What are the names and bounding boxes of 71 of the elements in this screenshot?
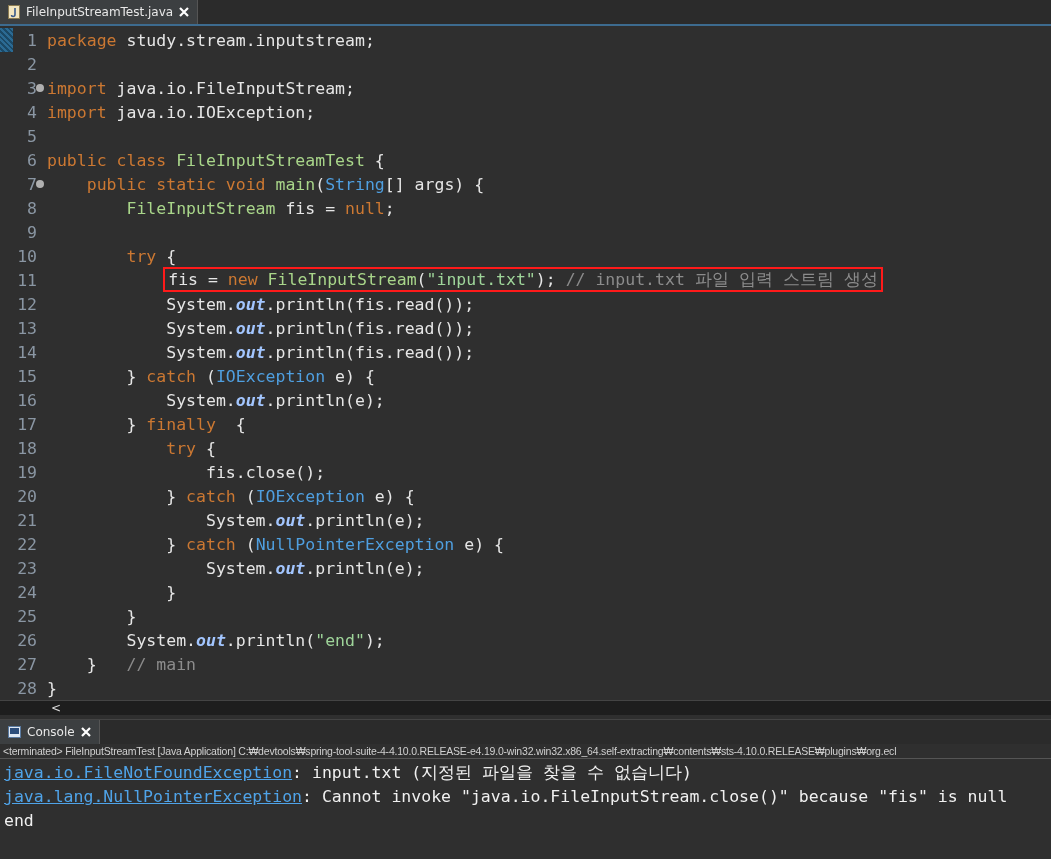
console-tab[interactable]: Console — [0, 720, 100, 744]
code-line: } // main — [85, 654, 197, 674]
console-line: java.lang.NullPointerException: Cannot invoke "java.io.FileInputStream.close()" because "fis" is null — [4, 786, 1009, 808]
line-number: 6 — [27, 150, 37, 170]
code-line: try { — [125, 246, 177, 266]
line-number: 12 — [17, 294, 37, 314]
line-number: 27 — [17, 654, 37, 674]
line-number: 21 — [17, 510, 37, 530]
code-line: try { — [165, 438, 216, 458]
code-line: } — [125, 606, 137, 626]
exception-link[interactable]: java.io.FileNotFoundException — [4, 763, 293, 782]
console-line: end — [4, 810, 35, 832]
code-line: fis.close(); — [204, 462, 326, 482]
code-line: package study.stream.inputstream; — [47, 30, 375, 50]
code-line: public class FileInputStreamTest { — [47, 150, 385, 170]
line-number: 1 — [27, 30, 37, 50]
code-line: } — [165, 582, 177, 602]
line-number: 22 — [17, 534, 37, 554]
code-line: } catch (IOException e) { — [125, 366, 375, 386]
editor-tab[interactable]: FileInputStreamTest.java — [0, 0, 199, 24]
java-file-icon — [8, 5, 20, 19]
line-number: 8 — [27, 198, 37, 218]
bookmark-marker — [0, 28, 13, 52]
process-info: <terminated> FileInputStreamTest [Java Application] C:₩devtools₩spring-tool-suite-4-4.10.0.RELEASE-e4.19.0-win32.win32.x86_64.self-extracting₩contents₩sts-4.10.0.RELEASE₩plugins₩org.ecl — [0, 744, 1051, 759]
line-number: 7 — [27, 174, 37, 194]
line-number: 13 — [17, 318, 37, 338]
code-line: } finally { — [125, 414, 246, 434]
scroll-left-button[interactable]: < — [47, 701, 66, 715]
code-line: import java.io.IOException; — [47, 102, 316, 122]
line-number: 2 — [27, 54, 37, 74]
code-line: FileInputStream fis = null; — [125, 198, 395, 218]
line-number: 20 — [17, 486, 37, 506]
line-number: 15 — [17, 366, 37, 386]
code-line: System.out.println(e); — [165, 390, 385, 410]
code-line: } — [47, 678, 57, 698]
line-number: 23 — [17, 558, 37, 578]
line-number: 24 — [17, 582, 37, 602]
line-number: 10 — [17, 246, 37, 266]
line-number: 5 — [27, 126, 37, 146]
console-icon — [8, 726, 21, 738]
code-line: import java.io.FileInputStream; — [47, 78, 355, 98]
highlighted-code-line: fis = new FileInputStream("input.txt"); // input.txt 파일 입력 스트림 생성 — [166, 270, 880, 289]
close-icon[interactable] — [80, 727, 91, 737]
exception-link[interactable]: java.lang.NullPointerException — [4, 787, 302, 806]
code-line: System.out.println(e); — [204, 558, 425, 578]
line-number: 25 — [17, 606, 37, 626]
code-line: System.out.println(fis.read()); — [165, 294, 475, 314]
line-number: 4 — [27, 102, 37, 122]
code-line: System.out.println(e); — [204, 510, 425, 530]
code-line: System.out.println("end"); — [125, 630, 385, 650]
code-line: } catch (IOException e) { — [165, 486, 415, 506]
fold-icon[interactable] — [36, 84, 44, 92]
code-line: } catch (NullPointerException e) { — [165, 534, 504, 554]
code-line: System.out.println(fis.read()); — [165, 318, 475, 338]
line-number: 9 — [27, 222, 37, 242]
fold-icon[interactable] — [36, 180, 44, 188]
tab-title: Console — [27, 725, 75, 739]
line-number: 28 — [17, 678, 37, 698]
code-line: public static void main(String[] args) { — [85, 174, 485, 194]
line-number: 17 — [17, 414, 37, 434]
tab-title: FileInputStreamTest.java — [26, 5, 174, 19]
console-line: java.io.FileNotFoundException: input.txt (지정된 파일을 찾을 수 없습니다) — [4, 762, 693, 784]
line-number: 19 — [17, 462, 37, 482]
line-number: 16 — [17, 390, 37, 410]
close-icon[interactable] — [179, 7, 190, 17]
line-number: 14 — [17, 342, 37, 362]
line-number: 11 — [17, 270, 37, 290]
line-number: 18 — [17, 438, 37, 458]
line-number: 26 — [17, 630, 37, 650]
code-line: System.out.println(fis.read()); — [165, 342, 475, 362]
line-number: 3 — [27, 78, 37, 98]
